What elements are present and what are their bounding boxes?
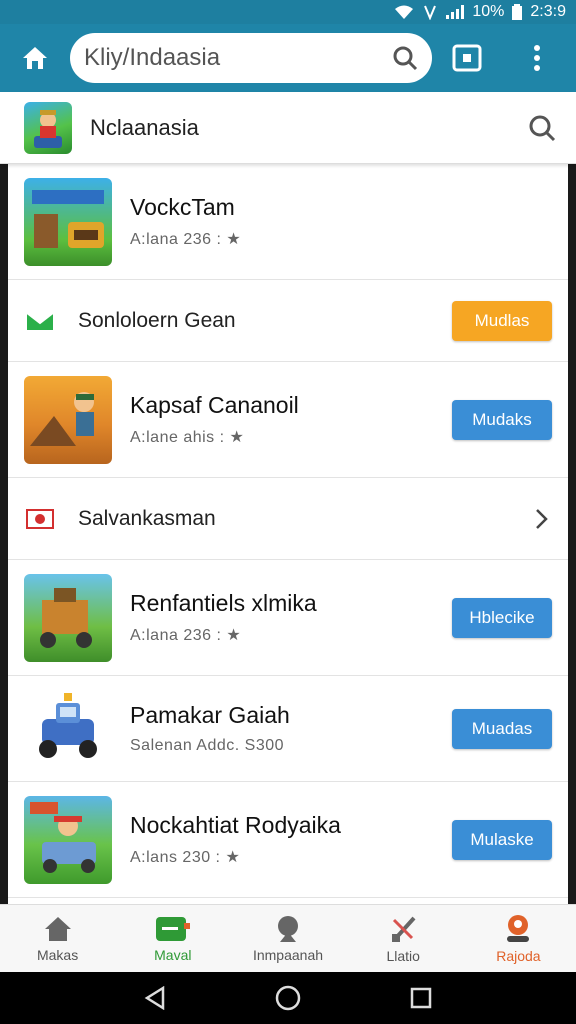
tools-icon	[392, 916, 416, 942]
battery-icon	[512, 4, 523, 20]
app-name: Nockahtiat Rodyaika	[130, 812, 341, 838]
network-icon	[424, 5, 437, 20]
list-item[interactable]: Kapsaf Cananoil A:lane ahis : ★ Mudaks	[8, 362, 568, 478]
battery-percent: 10%	[472, 3, 505, 20]
app-logo	[24, 101, 72, 154]
app-thumbnail	[24, 375, 112, 464]
nav-item-maval[interactable]: Maval	[115, 905, 230, 972]
recents-icon[interactable]	[410, 987, 432, 1009]
section-logo-icon	[26, 508, 54, 529]
gmail-icon	[26, 311, 54, 330]
section-row[interactable]: Sonloloern Gean Mudlas	[8, 280, 568, 362]
nav-label: Makas	[36, 946, 79, 963]
app-meta: A:lane ahis : ★	[130, 429, 245, 446]
nav-item-makas[interactable]: Makas	[0, 905, 115, 972]
nav-item-llatio[interactable]: Llatio	[346, 905, 461, 972]
nav-label: Rajoda	[496, 947, 541, 964]
search-bar[interactable]: Kliy/Indaasia	[70, 33, 432, 83]
search-icon[interactable]	[392, 45, 418, 71]
wifi-icon	[395, 5, 414, 19]
top-toolbar: Kliy/Indaasia	[0, 24, 576, 92]
nav-label: Inmpaanah	[252, 946, 324, 963]
nav-label: Maval	[154, 946, 192, 963]
search-icon[interactable]	[528, 114, 556, 142]
list-item[interactable]: Nockahtiat Rodyaika A:lans 230 : ★ Mulas…	[8, 782, 568, 898]
page-title: Nclaanasia	[90, 114, 199, 140]
overflow-menu-button[interactable]	[502, 24, 572, 92]
app-meta: A:lana 236 : ★	[130, 231, 242, 248]
app-meta: A:lana 236 : ★	[130, 627, 242, 644]
store-icon	[155, 916, 190, 941]
clock: 2:3:9	[530, 3, 566, 20]
tabs-icon	[452, 44, 482, 72]
app-name: Pamakar Gaiah	[130, 702, 290, 728]
app-thumbnail	[24, 795, 112, 884]
signal-icon	[446, 5, 465, 19]
section-row[interactable]: Salvankasman	[8, 478, 568, 560]
home-circle-icon[interactable]	[275, 985, 301, 1011]
system-navigation-bar	[0, 972, 576, 1024]
chevron-right-icon[interactable]	[534, 507, 550, 531]
list-item[interactable]: Renfantiels xlmika A:lana 236 : ★ Hbleci…	[8, 560, 568, 676]
app-name: VockcTam	[130, 194, 235, 220]
bottom-navigation: Makas Maval Inmpaanah Llatio Rajoda	[0, 904, 576, 972]
list-item[interactable]: VockcTam A:lana 236 : ★	[8, 164, 568, 280]
app-meta: Salenan Addc. S300	[130, 737, 285, 754]
install-button[interactable]: Mudaks	[452, 399, 552, 440]
profile-icon	[507, 914, 530, 942]
app-header: Nclaanasia	[0, 92, 576, 164]
list-item[interactable]: Pamakar Gaiah Salenan Addc. S300 Muadas	[8, 676, 568, 782]
more-vert-icon	[534, 45, 540, 71]
install-button[interactable]: Muadas	[452, 708, 552, 749]
status-bar: 10% 2:3:9	[0, 0, 576, 24]
app-name: Renfantiels xlmika	[130, 590, 317, 616]
nav-item-inmpaanah[interactable]: Inmpaanah	[230, 905, 345, 972]
tabs-button[interactable]	[432, 24, 502, 92]
back-icon[interactable]	[144, 986, 166, 1010]
home-icon	[23, 47, 47, 69]
section-label: Salvankasman	[78, 506, 216, 530]
install-button[interactable]: Mulaske	[452, 819, 552, 860]
section-label: Sonloloern Gean	[78, 308, 236, 332]
app-meta: A:lans 230 : ★	[130, 849, 241, 866]
nav-item-rajoda[interactable]: Rajoda	[461, 905, 576, 972]
person-icon	[278, 915, 298, 942]
app-thumbnail	[24, 177, 112, 266]
home-button[interactable]	[0, 24, 70, 92]
app-thumbnail	[24, 573, 112, 662]
install-button[interactable]: Hblecike	[452, 597, 552, 638]
app-list: VockcTam A:lana 236 : ★ Sonloloern Gean …	[8, 164, 568, 904]
nav-label: Llatio	[386, 947, 420, 964]
home-icon	[44, 916, 71, 941]
section-action-button[interactable]: Mudlas	[452, 300, 552, 341]
app-name: Kapsaf Cananoil	[130, 392, 299, 418]
app-thumbnail	[24, 684, 112, 773]
search-input[interactable]: Kliy/Indaasia	[84, 44, 392, 72]
